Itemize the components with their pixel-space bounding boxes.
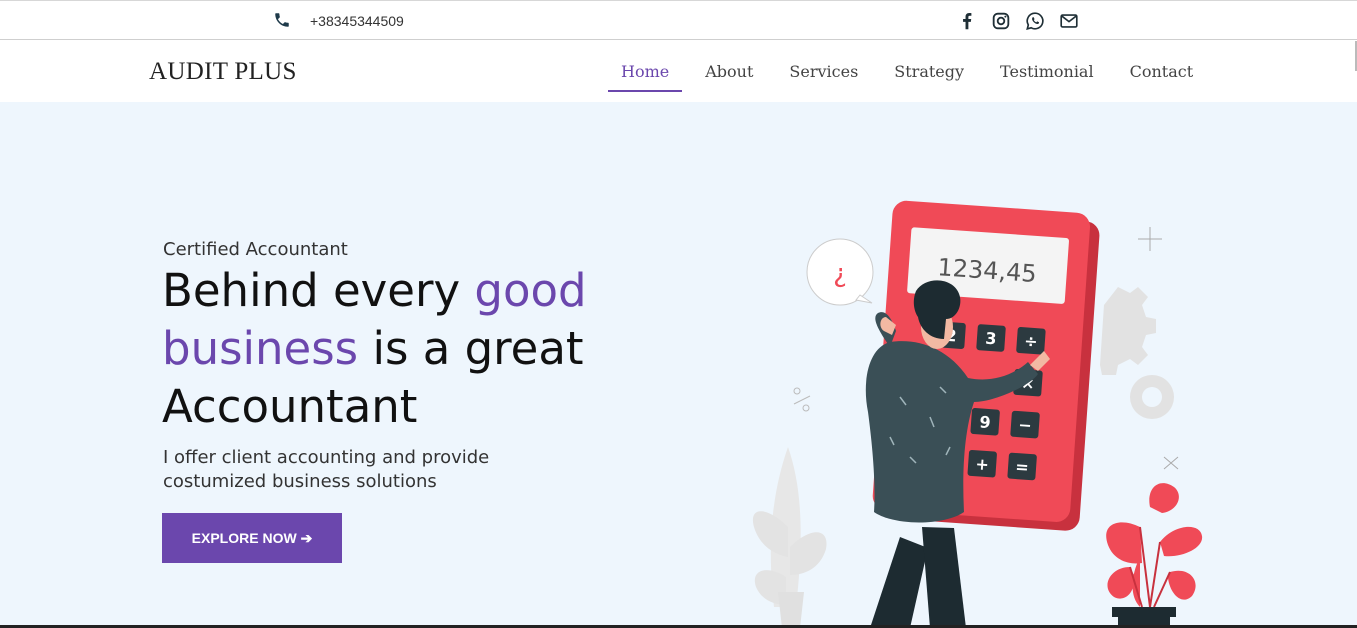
main-navbar: AUDIT PLUS Home About Services Strategy …: [0, 41, 1357, 102]
svg-text:9: 9: [979, 412, 991, 432]
nav-strategy[interactable]: Strategy: [881, 41, 977, 102]
headline-part-1: Behind every: [162, 264, 475, 317]
hero-headline: Behind every good business is a great Ac…: [162, 262, 722, 436]
explore-now-button[interactable]: EXPLORE NOW ➔: [162, 513, 342, 563]
nav-contact[interactable]: Contact: [1117, 41, 1207, 102]
envelope-icon[interactable]: [1058, 10, 1080, 32]
social-links: [956, 10, 1080, 32]
top-bar: +38345344509: [0, 0, 1357, 40]
site-logo[interactable]: AUDIT PLUS: [149, 58, 297, 86]
phone-icon: [275, 13, 289, 27]
main-nav: Home About Services Strategy Testimonial…: [608, 41, 1216, 102]
nav-testimonial[interactable]: Testimonial: [987, 41, 1107, 102]
plant-right-illustration: [1106, 483, 1203, 628]
plant-left-illustration: [752, 447, 827, 628]
nav-home[interactable]: Home: [608, 41, 683, 102]
svg-text:−: −: [1018, 415, 1033, 435]
facebook-icon[interactable]: [956, 10, 978, 32]
whatsapp-icon[interactable]: [1024, 10, 1046, 32]
percent-icon: [793, 387, 811, 412]
accountant-illustration: ¿ 1234,45 3 ÷ × 9 − + =: [752, 200, 1203, 628]
sparkle-icon: [1138, 227, 1179, 470]
svg-text:¿: ¿: [833, 259, 847, 289]
hero-section: Certified Accountant Behind every good b…: [0, 102, 1357, 628]
svg-text:=: =: [1015, 457, 1030, 477]
phone-number[interactable]: +38345344509: [310, 13, 404, 29]
gear-icon: [1100, 287, 1174, 419]
hero-subtitle: I offer client accounting and provide co…: [163, 447, 490, 492]
nav-services[interactable]: Services: [776, 41, 871, 102]
nav-about[interactable]: About: [692, 41, 766, 102]
svg-text:+: +: [975, 454, 990, 474]
hero-eyebrow: Certified Accountant: [163, 239, 348, 260]
instagram-icon[interactable]: [990, 10, 1012, 32]
svg-text:3: 3: [985, 329, 997, 349]
svg-text:÷: ÷: [1024, 331, 1039, 351]
speech-bubble-icon: ¿: [806, 238, 874, 306]
